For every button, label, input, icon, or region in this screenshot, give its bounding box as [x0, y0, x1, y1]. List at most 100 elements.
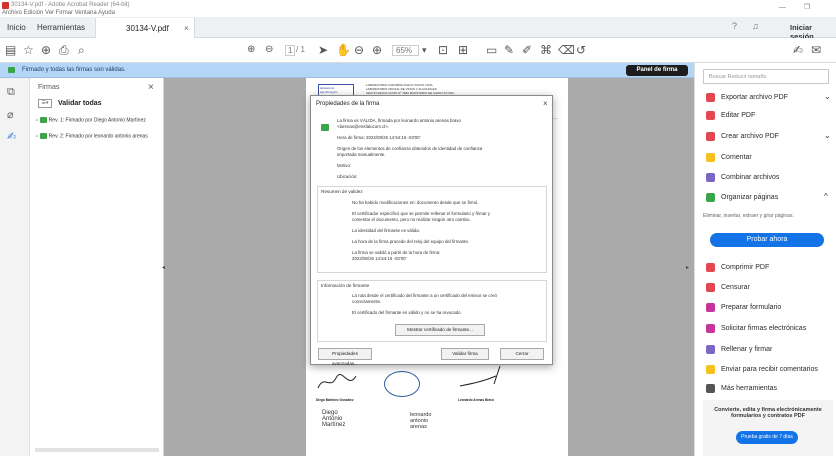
tools-search-input[interactable]: Buscar Reducir tamaño [703, 69, 829, 84]
page-total: / 1 [296, 45, 305, 54]
signature-row[interactable]: › Rev. 2: Firmado por leonardo antonio ar… [36, 133, 164, 139]
window-controls[interactable]: — ❐ [779, 3, 818, 11]
tool-item[interactable]: Combinar archivos [703, 170, 833, 186]
help-icon[interactable]: ? [732, 21, 737, 31]
tool-item[interactable]: Organizar páginas ^ [703, 190, 833, 206]
draw-icon[interactable]: ✐ [522, 43, 532, 57]
menu-bar[interactable]: Archivo Edición Ver Firmar Ventana Ayuda [2, 10, 115, 16]
tool-item[interactable]: Preparar formulario [703, 300, 833, 316]
tool-item[interactable]: Crear archivo PDF ⌄ [703, 129, 833, 145]
dialog-close-icon[interactable]: × [543, 99, 548, 108]
page-view-icon[interactable]: ⊡ [438, 43, 448, 57]
page-thumbnails-icon[interactable]: ⧉ [7, 86, 15, 99]
advanced-properties-button[interactable]: Propiedades avanzadas... [318, 348, 372, 366]
page-number-input[interactable]: 1 [285, 45, 296, 56]
signature-pen-icon [39, 133, 47, 139]
signature-valid-icon [321, 124, 329, 131]
signature-panel-button[interactable]: Panel de firma [626, 65, 688, 76]
signatures-panel-header: Firmas [38, 84, 60, 91]
tool-item[interactable]: Comprimir PDF [703, 260, 833, 276]
reason-label: Motivo: [337, 163, 352, 168]
print-icon[interactable]: ⎙ [59, 43, 69, 57]
prev-page-icon[interactable]: ⊕ [247, 43, 255, 57]
tab-home[interactable]: Inicio [7, 23, 26, 32]
options-menu-icon[interactable]: ☰▾ [38, 99, 52, 108]
promo-box: Convierte, edita y firma electrónicament… [703, 400, 833, 456]
rotate-icon[interactable]: ↺ [576, 43, 586, 57]
search-icon[interactable]: ⌕ [78, 43, 85, 57]
tab-tools[interactable]: Herramientas [37, 23, 85, 32]
delete-icon[interactable]: ⌫ [558, 43, 575, 57]
email-icon[interactable]: ✉ [811, 43, 821, 57]
validate-signature-button[interactable]: Validar firma [441, 348, 489, 360]
show-certificate-button[interactable]: Mostrar certificado de firmante... [395, 324, 485, 336]
create-pdf-icon [706, 132, 715, 141]
free-trial-button[interactable]: Prueba gratis de 7 días [736, 431, 798, 444]
share-icon[interactable]: ⊕ [41, 43, 51, 57]
sign-time: Hora de firma: 2022/08/26 14:54:16 -03'0… [337, 135, 421, 140]
tab-close-icon[interactable]: × [184, 24, 189, 33]
tab-document[interactable]: 30134-V.pdf × [95, 18, 195, 38]
star-icon[interactable]: ☆ [23, 43, 34, 57]
signer1-name: Diego Martínez González [316, 398, 354, 402]
signature-scribble-2 [459, 365, 501, 387]
fit-page-icon[interactable]: ▾ [422, 43, 427, 57]
try-now-button[interactable]: Probar ahora [710, 233, 824, 247]
acrobat-logo-icon [2, 2, 9, 9]
signature-properties-dialog: Propiedades de la firma × La firma es VÁ… [310, 95, 553, 366]
horizontal-scrollbar[interactable] [35, 448, 159, 452]
trust-origin-1: Origen de los elementos de confianza obt… [337, 146, 483, 151]
zoom-select[interactable]: 65% [392, 45, 420, 56]
tab-document-label: 30134-V.pdf [126, 24, 169, 33]
collapse-left-icon[interactable]: ◂ [162, 264, 165, 271]
zoom-out-icon[interactable]: ⊖ [354, 43, 364, 57]
dialog-title: Propiedades de la firma [316, 101, 380, 107]
comment-icon [706, 153, 715, 162]
redact-icon [706, 283, 715, 292]
chevron-down-icon[interactable]: ⌄ [824, 92, 831, 101]
request-signature-icon [706, 324, 715, 333]
validity-summary-group: Resumen de validez No ha habido modifica… [317, 186, 547, 273]
next-page-icon[interactable]: ⊖ [265, 43, 273, 57]
edit-pdf-icon [706, 111, 715, 120]
tool-item[interactable]: Enviar para recibir comentarios [703, 362, 833, 378]
notifications-bell-icon[interactable]: ♫ [752, 21, 759, 31]
signature-valid-icon [8, 67, 15, 73]
signature-scribble-1 [317, 374, 357, 389]
scroll-mode-icon[interactable]: ⊞ [458, 43, 468, 57]
tool-item[interactable]: Más herramientas [703, 381, 833, 397]
zoom-in-icon[interactable]: ⊕ [372, 43, 382, 57]
location-label: Ubicación: [337, 174, 358, 179]
tool-item[interactable]: Editar PDF [703, 108, 833, 124]
validate-all-button[interactable]: Validar todas [58, 100, 102, 107]
validity-email: <larenas@ensfalucom.cl>. [337, 124, 390, 129]
close-dialog-button[interactable]: Cerrar [500, 348, 544, 360]
chevron-down-icon[interactable]: ⌄ [824, 131, 831, 140]
highlight-icon[interactable]: ✎ [504, 43, 514, 57]
organize-pages-icon [706, 193, 715, 202]
collapse-right-icon[interactable]: ▸ [686, 264, 689, 271]
signatures-icon[interactable]: ✍ [7, 130, 16, 143]
signature-row[interactable]: › Rev. 1: Firmado por Diego Antonio Martí… [36, 117, 164, 123]
tool-item[interactable]: Rellenar y firmar [703, 342, 833, 358]
attachments-icon[interactable]: ⌀ [7, 108, 14, 121]
validity-line: La firma es VÁLIDA, firmada por leonardo… [337, 118, 461, 123]
close-panel-icon[interactable]: × [148, 82, 154, 93]
signature-pen-icon [39, 117, 47, 123]
comment-tool-icon[interactable]: ▭ [486, 43, 497, 57]
bookmark-add-icon[interactable]: ▤ [5, 43, 16, 57]
stamp-icon[interactable]: ⌘ [540, 43, 552, 57]
window-titlebar: 30134-V.pdf - Adobe Acrobat Reader (64-b… [0, 0, 836, 17]
chevron-up-icon[interactable]: ^ [824, 192, 828, 201]
select-tool-icon[interactable]: ➤ [318, 43, 328, 57]
tool-item[interactable]: Solicitar firmas electrónicas [703, 321, 833, 337]
fill-sign-toolbar-icon[interactable]: ✍ [793, 43, 803, 57]
trust-origin-2: importada manualmente. [337, 152, 386, 157]
stamp-diego: Diego Antonio Martínez [322, 410, 346, 428]
prepare-form-icon [706, 303, 715, 312]
tab-bar: Inicio Herramientas 30134-V.pdf × ? ♫ In… [0, 17, 836, 41]
tool-item[interactable]: Exportar archivo PDF ⌄ [703, 90, 833, 106]
tool-item[interactable]: Censurar [703, 280, 833, 296]
hand-tool-icon[interactable]: ✋ [336, 43, 351, 57]
tool-item[interactable]: Comentar [703, 150, 833, 166]
